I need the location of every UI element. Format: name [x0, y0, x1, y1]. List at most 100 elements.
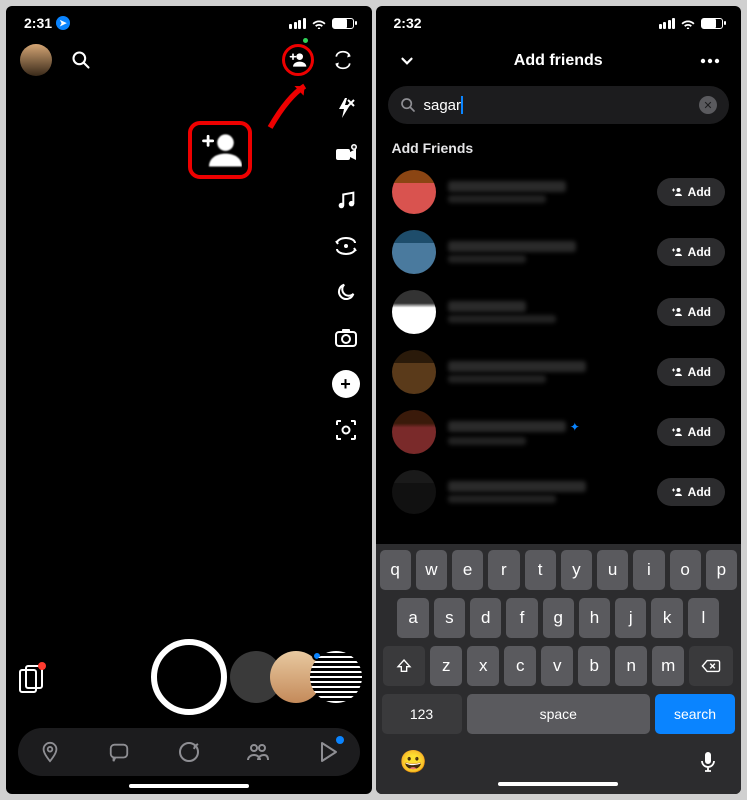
- home-indicator[interactable]: [129, 784, 249, 788]
- backspace-key[interactable]: [689, 646, 733, 686]
- key-f[interactable]: f: [506, 598, 537, 638]
- numbers-key[interactable]: 123: [382, 694, 462, 734]
- friend-row[interactable]: Add: [386, 222, 732, 282]
- friend-username-blurred: [448, 315, 556, 323]
- music-button[interactable]: [332, 186, 360, 214]
- key-y[interactable]: y: [561, 550, 592, 590]
- add-friend-button[interactable]: [285, 45, 311, 75]
- cellular-icon: [289, 18, 306, 29]
- search-bar[interactable]: sagar ✕: [388, 86, 730, 124]
- moon-icon: [335, 281, 357, 303]
- key-o[interactable]: o: [670, 550, 701, 590]
- search-key[interactable]: search: [655, 694, 735, 734]
- friend-username-blurred: [448, 495, 556, 503]
- friend-row[interactable]: Add: [386, 342, 732, 402]
- space-key[interactable]: space: [467, 694, 651, 734]
- shift-key[interactable]: [383, 646, 425, 686]
- friend-row[interactable]: Add: [386, 282, 732, 342]
- key-w[interactable]: w: [416, 550, 447, 590]
- status-bar: 2:32: [376, 6, 742, 40]
- key-n[interactable]: n: [615, 646, 647, 686]
- back-button[interactable]: [392, 46, 422, 76]
- nav-chat[interactable]: [105, 738, 133, 766]
- friend-info: [448, 481, 645, 503]
- add-button[interactable]: Add: [657, 238, 725, 266]
- key-l[interactable]: l: [688, 598, 719, 638]
- key-j[interactable]: j: [615, 598, 646, 638]
- add-friend-icon-highlight: [188, 121, 252, 179]
- key-r[interactable]: r: [488, 550, 519, 590]
- memories-button[interactable]: [18, 664, 44, 694]
- key-x[interactable]: x: [467, 646, 499, 686]
- camera-mode-button[interactable]: [332, 324, 360, 352]
- key-m[interactable]: m: [652, 646, 684, 686]
- search-button[interactable]: [66, 45, 96, 75]
- emoji-button[interactable]: 😀: [400, 749, 427, 775]
- chat-icon: [108, 741, 130, 763]
- key-s[interactable]: s: [434, 598, 465, 638]
- camera-nav-icon: [177, 740, 201, 764]
- notification-dot: [38, 662, 46, 670]
- key-u[interactable]: u: [597, 550, 628, 590]
- key-a[interactable]: a: [397, 598, 428, 638]
- friend-username-blurred: [448, 437, 527, 445]
- key-k[interactable]: k: [651, 598, 682, 638]
- flip-icon: [333, 50, 353, 70]
- flash-button[interactable]: [332, 94, 360, 122]
- avatar: [392, 470, 436, 514]
- key-z[interactable]: z: [430, 646, 462, 686]
- avatar: [392, 410, 436, 454]
- key-q[interactable]: q: [380, 550, 411, 590]
- flip-camera-button[interactable]: [328, 45, 358, 75]
- key-v[interactable]: v: [541, 646, 573, 686]
- lens-item[interactable]: [310, 651, 362, 703]
- friend-row[interactable]: Add: [386, 462, 732, 522]
- friend-row[interactable]: ✦ Add: [386, 402, 732, 462]
- dual-camera-button[interactable]: [332, 232, 360, 260]
- key-t[interactable]: t: [525, 550, 556, 590]
- search-input-text[interactable]: sagar: [424, 97, 462, 114]
- status-time: 2:32: [394, 15, 422, 31]
- key-e[interactable]: e: [452, 550, 483, 590]
- status-bar: 2:31 ➤: [6, 6, 372, 40]
- dictation-button[interactable]: [699, 750, 717, 774]
- friends-list[interactable]: Add Add Add: [376, 162, 742, 544]
- cellular-icon: [659, 18, 676, 29]
- home-indicator[interactable]: [498, 782, 618, 786]
- avatar: [392, 350, 436, 394]
- nav-map[interactable]: [36, 738, 64, 766]
- friend-row[interactable]: Add: [386, 162, 732, 222]
- key-d[interactable]: d: [470, 598, 501, 638]
- lens-carousel[interactable]: [242, 651, 362, 703]
- add-tool-button[interactable]: +: [332, 370, 360, 398]
- add-button[interactable]: Add: [657, 358, 725, 386]
- plus-icon: +: [340, 374, 351, 395]
- add-button[interactable]: Add: [657, 298, 725, 326]
- key-i[interactable]: i: [633, 550, 664, 590]
- key-b[interactable]: b: [578, 646, 610, 686]
- add-button[interactable]: Add: [657, 418, 725, 446]
- add-button[interactable]: Add: [657, 178, 725, 206]
- nav-spotlight[interactable]: [314, 738, 342, 766]
- wifi-icon: [311, 17, 327, 29]
- key-c[interactable]: c: [504, 646, 536, 686]
- scan-button[interactable]: [332, 416, 360, 444]
- key-g[interactable]: g: [543, 598, 574, 638]
- more-button[interactable]: [695, 46, 725, 76]
- video-button[interactable]: [332, 140, 360, 168]
- key-p[interactable]: p: [706, 550, 737, 590]
- profile-avatar[interactable]: [20, 44, 52, 76]
- key-h[interactable]: h: [579, 598, 610, 638]
- add-button-label: Add: [688, 425, 711, 439]
- scan-icon: [334, 418, 358, 442]
- nav-camera[interactable]: [175, 738, 203, 766]
- chevron-down-icon: [398, 52, 416, 70]
- avatar: [392, 290, 436, 334]
- add-friend-icon: [671, 246, 683, 258]
- night-mode-button[interactable]: [332, 278, 360, 306]
- clear-search-button[interactable]: ✕: [699, 96, 717, 114]
- add-button[interactable]: Add: [657, 478, 725, 506]
- page-title: Add friends: [514, 52, 603, 70]
- nav-stories[interactable]: [244, 738, 272, 766]
- shutter-button[interactable]: [151, 639, 227, 715]
